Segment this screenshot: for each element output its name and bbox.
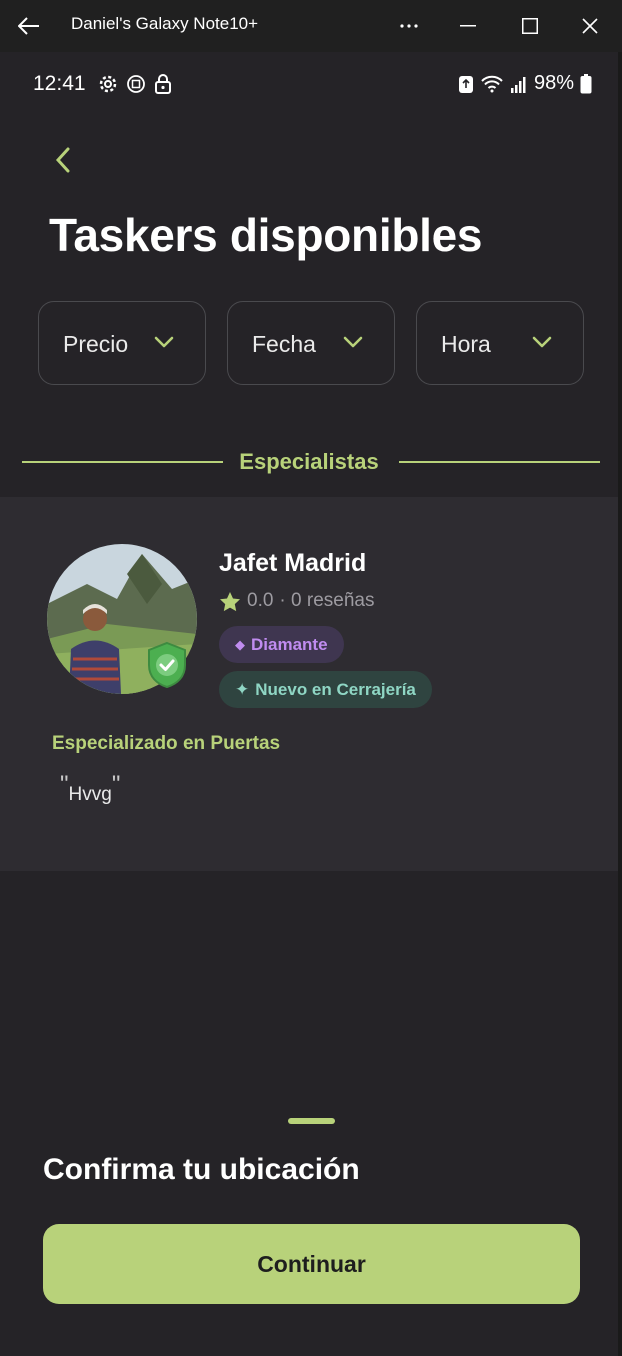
window-title: Daniel's Galaxy Note10+ [71,14,259,33]
tasker-card[interactable]: Jafet Madrid 0.0 · 0 reseñas ◆ Diamante … [0,497,618,871]
back-button[interactable] [48,144,78,176]
status-icons-right: 98% [458,72,592,95]
tasker-quote: "Hvvg" [60,771,120,807]
section-divider-right [399,461,600,463]
filter-time[interactable]: Hora [416,301,584,385]
continue-button[interactable]: Continuar [43,1224,580,1304]
badge-diamond: ◆ Diamante [219,626,344,663]
filter-label: Fecha [252,331,316,357]
badge-new: ✦ Nuevo en Cerrajería [219,671,432,708]
signal-icon [510,76,526,93]
battery-percentage: 98% [533,72,574,94]
chevron-down-icon [532,336,552,348]
sheet-handle[interactable] [288,1118,335,1124]
chevron-down-icon [343,336,363,348]
battery-icon [580,73,592,93]
maximize-button[interactable] [510,10,550,42]
close-button[interactable] [570,10,610,42]
minimize-button[interactable] [448,10,488,42]
lock-icon [155,74,171,94]
phone-screen: 12:41 98% Taskers disponibles Precio Fec… [0,52,618,1356]
filter-label: Hora [441,331,491,357]
maximize-icon [522,18,538,34]
diamond-icon: ◆ [235,636,245,652]
minimize-icon [460,25,476,27]
rating-value: 0.0 [247,590,274,611]
arrow-left-icon [18,17,39,35]
star-icon [220,591,240,611]
badge-label: Diamante [251,634,328,654]
filter-date[interactable]: Fecha [227,301,395,385]
confirm-location-title: Confirma tu ubicación [43,1153,360,1186]
tasker-specialization: Especializado en Puertas [52,733,281,754]
quote-open-icon: " [60,771,69,798]
chevron-left-icon [55,147,70,173]
more-horizontal-icon [400,24,418,28]
window-titlebar: Daniel's Galaxy Note10+ [0,0,622,52]
recycle-icon [458,75,473,93]
gear-icon [99,75,117,93]
reviews-count: · 0 reseñas [279,590,375,611]
tasker-rating: 0.0 · 0 reseñas [219,590,374,612]
quote-close-icon: " [111,771,121,798]
wifi-icon [481,75,503,92]
badge-label: Nuevo en Cerrajería [255,679,416,699]
tasker-name: Jafet Madrid [219,549,367,577]
window-border [618,52,622,1356]
status-bar: 12:41 98% [0,52,618,116]
more-options-button[interactable] [389,10,429,42]
window-back-button[interactable] [14,12,44,40]
chevron-down-icon [154,336,174,348]
status-time: 12:41 [33,72,86,95]
filter-price[interactable]: Precio [38,301,206,385]
sparkle-icon: ✦ [235,679,250,699]
status-icons-left [98,74,172,94]
scan-icon [127,75,145,93]
page-title: Taskers disponibles [49,209,483,261]
quote-text: Hvvg [68,784,112,805]
filter-label: Precio [63,331,129,357]
verified-shield-icon [148,641,186,689]
close-icon [582,18,598,34]
